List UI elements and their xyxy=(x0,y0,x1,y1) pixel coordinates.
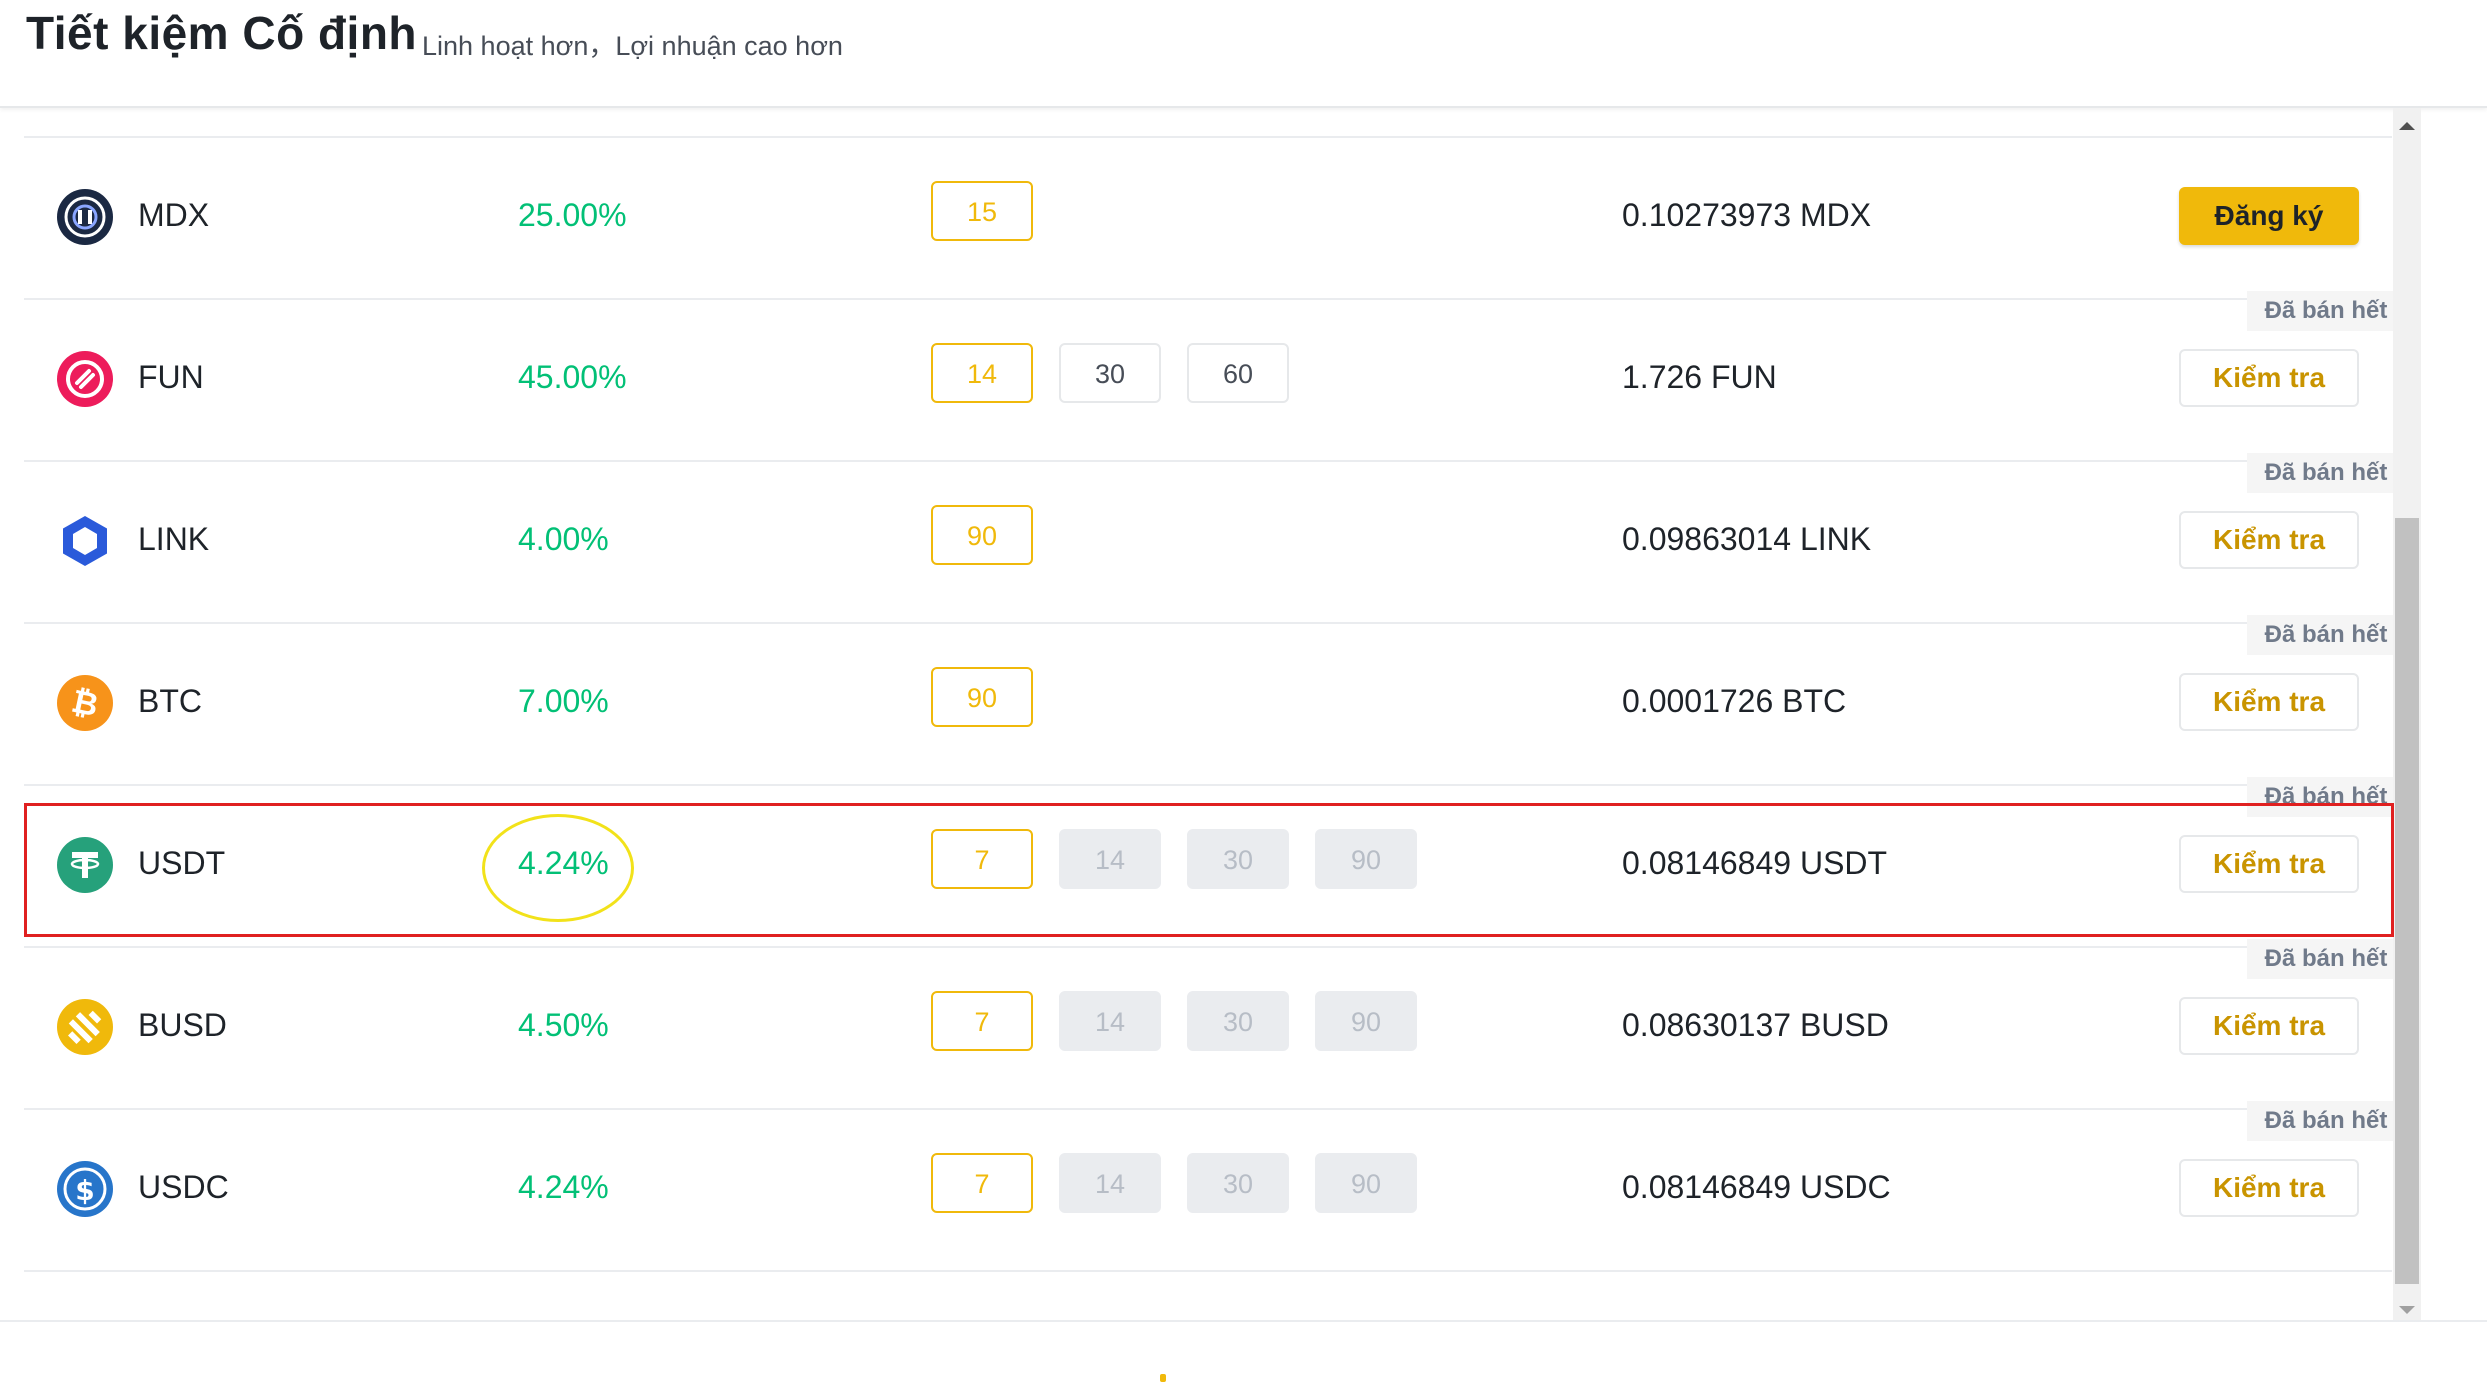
apy-value: 4.24% xyxy=(518,1169,609,1205)
apy-value: 4.00% xyxy=(518,521,609,557)
page-footer xyxy=(0,1320,2487,1382)
apy-value: 45.00% xyxy=(518,359,627,395)
scroll-down-arrow-icon[interactable] xyxy=(2393,1300,2421,1320)
apy-value: 25.00% xyxy=(518,197,627,233)
page-subtitle: Linh hoạt hơn，Lợi nhuận cao hơn xyxy=(422,31,843,61)
available-amount: 0.08146849 USDC xyxy=(1622,1169,1891,1205)
check-button[interactable]: Kiểm tra xyxy=(2179,511,2359,569)
duration-option[interactable]: 15 xyxy=(931,181,1033,241)
duration-option[interactable]: 7 xyxy=(931,991,1033,1051)
available-amount: 0.09863014 LINK xyxy=(1622,521,1872,557)
duration-option: 90 xyxy=(1315,991,1417,1051)
btc-icon: ₿ xyxy=(56,674,114,732)
available-amount: 0.10273973 MDX xyxy=(1622,197,1872,233)
mdx-icon xyxy=(56,188,114,246)
product-list: MDX 25.00% 15 0.10273973 MDX Đăng ký FUN 45.00… xyxy=(0,108,2487,1320)
duration-option: 90 xyxy=(1315,1153,1417,1213)
highlight-box xyxy=(24,803,2394,937)
available-amount: 0.0001726 BTC xyxy=(1622,683,1847,719)
table-row: LINK 4.00% 90 0.09863014 LINK Đã bán hết Kiểm… xyxy=(24,453,2405,624)
coin-name: BUSD xyxy=(138,1007,227,1043)
duration-option[interactable]: 7 xyxy=(931,1153,1033,1213)
list-divider xyxy=(24,136,2392,138)
table-row: FUN 45.00% 14 30 60 1.726 FUN Đã bán hết Kiểm t… xyxy=(24,291,2405,462)
scrollbar[interactable] xyxy=(2393,108,2421,1320)
fun-icon xyxy=(56,350,114,408)
sold-out-badge: Đã bán hết xyxy=(2247,939,2405,979)
usdc-icon: $ xyxy=(56,1160,114,1218)
sold-out-badge: Đã bán hết xyxy=(2247,291,2405,331)
subscribe-button[interactable]: Đăng ký xyxy=(2179,187,2359,245)
coin-name: USDC xyxy=(138,1169,229,1205)
check-button[interactable]: Kiểm tra xyxy=(2179,673,2359,731)
coin-name: FUN xyxy=(138,359,204,395)
duration-option[interactable]: 60 xyxy=(1187,343,1289,403)
apy-value: 7.00% xyxy=(518,683,609,719)
page-header: Tiết kiệm Cố định Linh hoạt hơn，Lợi nhuậ… xyxy=(0,0,2487,108)
duration-option: 14 xyxy=(1059,1153,1161,1213)
duration-option[interactable]: 14 xyxy=(931,343,1033,403)
duration-option[interactable]: 30 xyxy=(1059,343,1161,403)
check-button[interactable]: Kiểm tra xyxy=(2179,349,2359,407)
check-button[interactable]: Kiểm tra xyxy=(2179,997,2359,1055)
link-icon xyxy=(56,512,114,570)
check-button[interactable]: Kiểm tra xyxy=(2179,1159,2359,1217)
coin-name: MDX xyxy=(138,197,210,233)
table-row: ₿ BTC 7.00% 90 0.0001726 BTC Đã bán hết Kiểm t… xyxy=(24,615,2405,786)
available-amount: 1.726 FUN xyxy=(1622,359,1777,395)
scroll-up-arrow-icon[interactable] xyxy=(2393,116,2421,136)
duration-option: 30 xyxy=(1187,991,1289,1051)
sold-out-badge: Đã bán hết xyxy=(2247,453,2405,493)
table-row: MDX 25.00% 15 0.10273973 MDX Đăng ký xyxy=(24,137,2392,300)
table-row: BUSD 4.50% 7 14 30 90 0.08630137 BUSD Đã bán hế… xyxy=(24,939,2405,1110)
duration-option: 30 xyxy=(1187,1153,1289,1213)
duration-option[interactable]: 90 xyxy=(931,667,1033,727)
table-row: $ USDC 4.24% 7 14 30 90 0.08146849 USDC Đã bán h… xyxy=(24,1101,2405,1272)
coin-name: BTC xyxy=(138,683,202,719)
svg-text:$: $ xyxy=(75,1174,94,1207)
footer-mark xyxy=(1160,1374,1166,1382)
coin-name: LINK xyxy=(138,521,210,557)
highlight-circle xyxy=(482,814,634,922)
scroll-thumb[interactable] xyxy=(2395,518,2419,1284)
page-title: Tiết kiệm Cố định xyxy=(26,7,418,59)
duration-option[interactable]: 90 xyxy=(931,505,1033,565)
available-amount: 0.08630137 BUSD xyxy=(1622,1007,1889,1043)
sold-out-badge: Đã bán hết xyxy=(2247,1101,2405,1141)
sold-out-badge: Đã bán hết xyxy=(2247,615,2405,655)
apy-value: 4.50% xyxy=(518,1007,609,1043)
duration-option: 14 xyxy=(1059,991,1161,1051)
busd-icon xyxy=(56,998,114,1056)
